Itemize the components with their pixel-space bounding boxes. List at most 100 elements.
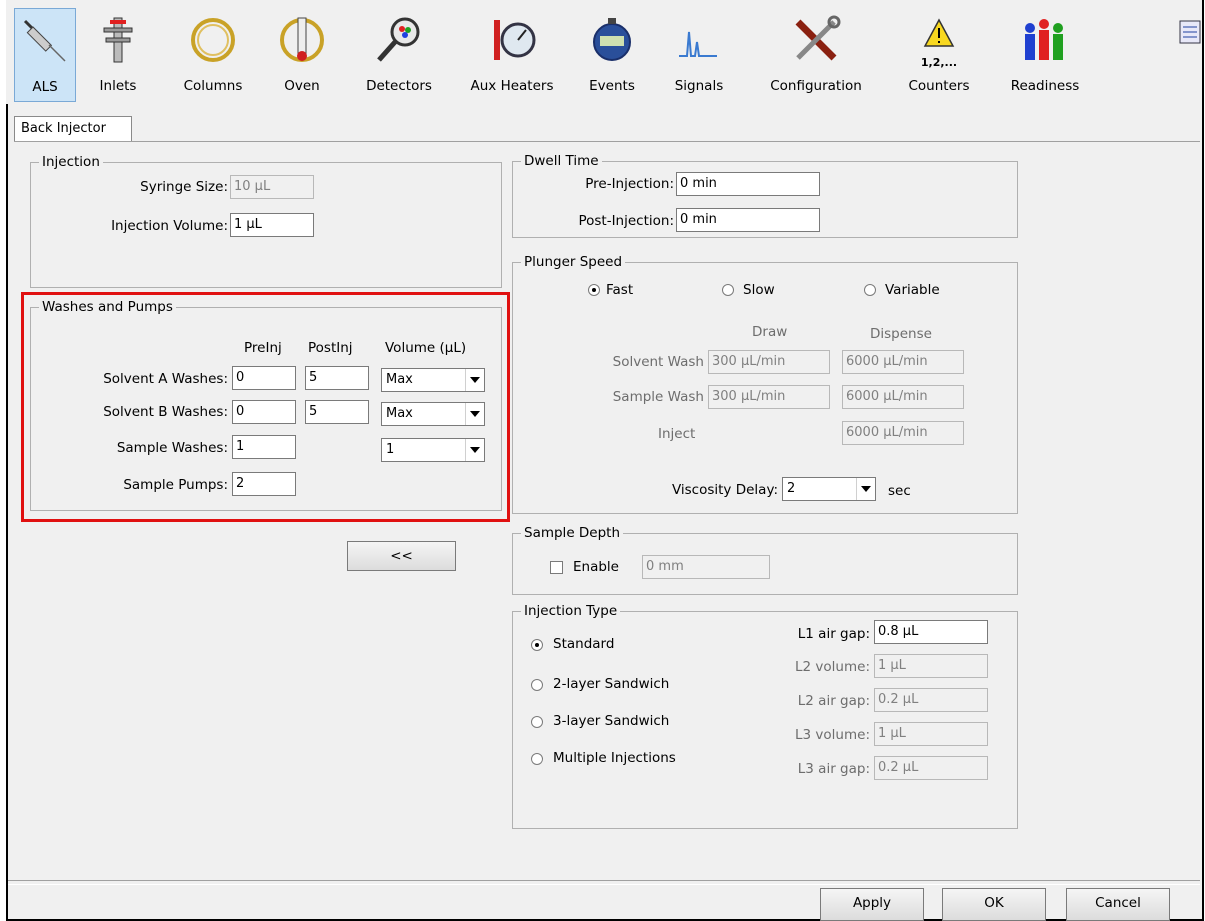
pre-injection-label: Pre-Injection:	[585, 176, 674, 192]
chevron-down-icon[interactable]	[465, 439, 484, 461]
toolbar-label: Readiness	[1010, 78, 1080, 94]
group-title: Plunger Speed	[521, 254, 626, 270]
standard-radio[interactable]	[531, 639, 543, 651]
solvent-wash-dispense-field: 6000 µL/min	[842, 350, 964, 374]
l2-air-gap-label: L2 air gap:	[797, 693, 870, 709]
toolbar-label: Detectors	[366, 78, 432, 94]
ok-button[interactable]: OK	[942, 888, 1046, 921]
footer-separator	[8, 880, 1200, 885]
sample-wash-draw-field: 300 µL/min	[708, 385, 830, 409]
solvent-a-postinj-field[interactable]: 5	[305, 366, 369, 390]
toolbar-configuration-button[interactable]: Configuration	[758, 8, 874, 102]
l3-air-gap-label: L3 air gap:	[797, 761, 870, 777]
select-value: 1	[386, 442, 395, 457]
sample-washes-preinj-field[interactable]: 1	[232, 435, 296, 459]
viscosity-delay-label: Viscosity Delay:	[671, 482, 778, 498]
group-title: Washes and Pumps	[39, 299, 176, 315]
chevron-down-icon[interactable]	[465, 369, 484, 391]
toolbar-label: Events	[589, 78, 635, 94]
three-layer-label: 3-layer Sandwich	[553, 713, 670, 729]
multiple-injections-radio[interactable]	[531, 753, 543, 765]
checklist-icon[interactable]	[1179, 20, 1201, 44]
toolbar-label: Configuration	[770, 78, 862, 94]
select-value: 2	[787, 481, 796, 496]
toolbar-label: Oven	[284, 78, 320, 94]
group-title: Injection Type	[521, 603, 621, 619]
tab-back-injector[interactable]: Back Injector	[14, 116, 132, 142]
toolbar-oven-button[interactable]: Oven	[274, 8, 330, 102]
three-layer-radio[interactable]	[531, 716, 543, 728]
solvent-a-preinj-field[interactable]: 0	[232, 366, 296, 390]
injection-volume-label: Injection Volume:	[111, 218, 228, 234]
solvent-b-postinj-field[interactable]: 5	[305, 400, 369, 424]
solvent-wash-label: Solvent Wash	[612, 354, 704, 370]
fast-radio[interactable]	[588, 284, 600, 296]
stopwatch-icon	[593, 18, 631, 61]
l1-air-gap-field[interactable]: 0.8 µL	[874, 620, 988, 644]
column-header-volume: Volume (µL)	[385, 340, 467, 356]
syringe-size-field: 10 µL	[230, 175, 314, 199]
sample-washes-label: Sample Washes:	[116, 440, 228, 456]
inject-label: Inject	[658, 426, 696, 442]
enable-checkbox[interactable]	[550, 561, 563, 574]
counter-sub-label: 1,2,...	[920, 56, 958, 69]
toolbar-columns-button[interactable]: Columns	[178, 8, 248, 102]
apply-button[interactable]: Apply	[820, 888, 924, 921]
variable-label: Variable	[885, 282, 940, 298]
slow-radio[interactable]	[722, 284, 734, 296]
variable-radio[interactable]	[864, 284, 876, 296]
group-title: Injection	[39, 154, 103, 170]
inject-dispense-field: 6000 µL/min	[842, 421, 964, 445]
tools-icon	[795, 15, 841, 61]
standard-label: Standard	[553, 636, 615, 652]
toolbar-inlets-button[interactable]: Inlets	[88, 8, 148, 102]
l3-volume-field: 1 µL	[874, 722, 988, 746]
viscosity-unit-label: sec	[888, 483, 911, 499]
toolbar-events-button[interactable]: Events	[582, 8, 642, 102]
post-injection-label: Post-Injection:	[578, 213, 674, 229]
sample-wash-dispense-field: 6000 µL/min	[842, 385, 964, 409]
column-coil-icon	[191, 18, 235, 62]
fast-label: Fast	[606, 282, 634, 298]
sample-wash-label: Sample Wash	[612, 389, 704, 405]
sample-washes-volume-select[interactable]: 1	[381, 438, 485, 462]
injection-volume-field[interactable]: 1 µL	[230, 213, 314, 237]
toolbar-label: Inlets	[99, 78, 137, 94]
group-title: Dwell Time	[521, 153, 602, 169]
sample-pumps-field[interactable]: 2	[232, 472, 296, 496]
signal-peaks-icon	[679, 31, 717, 57]
aux-heater-gauge-icon	[494, 20, 536, 60]
two-layer-radio[interactable]	[531, 679, 543, 691]
l2-volume-field: 1 µL	[874, 654, 988, 678]
toolbar-signals-button[interactable]: Signals	[666, 8, 732, 102]
l2-volume-label: L2 volume:	[795, 659, 870, 675]
chevron-down-icon[interactable]	[465, 403, 484, 425]
cancel-button[interactable]: Cancel	[1066, 888, 1170, 921]
sample-depth-field: 0 mm	[642, 555, 770, 579]
slow-label: Slow	[743, 282, 775, 298]
oven-icon	[280, 17, 324, 62]
readiness-people-icon	[1025, 19, 1063, 60]
enable-label: Enable	[573, 559, 619, 575]
dispense-header: Dispense	[870, 326, 932, 342]
collapse-button[interactable]: <<	[347, 541, 456, 571]
pre-injection-field[interactable]: 0 min	[676, 172, 820, 196]
solvent-b-preinj-field[interactable]: 0	[232, 400, 296, 424]
toolbar-detectors-button[interactable]: Detectors	[356, 8, 442, 102]
toolbar-aux-heaters-button[interactable]: Aux Heaters	[466, 8, 558, 102]
multiple-injections-label: Multiple Injections	[553, 750, 676, 766]
solvent-a-volume-select[interactable]: Max	[381, 368, 485, 392]
post-injection-field[interactable]: 0 min	[676, 208, 820, 232]
chevron-down-icon[interactable]	[856, 478, 875, 500]
solvent-b-volume-select[interactable]: Max	[381, 402, 485, 426]
solvent-a-label: Solvent A Washes:	[103, 371, 228, 387]
toolbar-counters-button[interactable]: 1,2,... Counters	[904, 8, 974, 102]
viscosity-delay-select[interactable]: 2	[782, 477, 876, 501]
l2-air-gap-field: 0.2 µL	[874, 688, 988, 712]
column-header-preinj: PreInj	[244, 340, 282, 356]
column-header-postinj: PostInj	[308, 340, 353, 356]
toolbar-als-button[interactable]: ALS	[14, 8, 76, 102]
group-title: Sample Depth	[521, 525, 624, 541]
toolbar-readiness-button[interactable]: Readiness	[1000, 8, 1090, 102]
l3-volume-label: L3 volume:	[795, 727, 870, 743]
